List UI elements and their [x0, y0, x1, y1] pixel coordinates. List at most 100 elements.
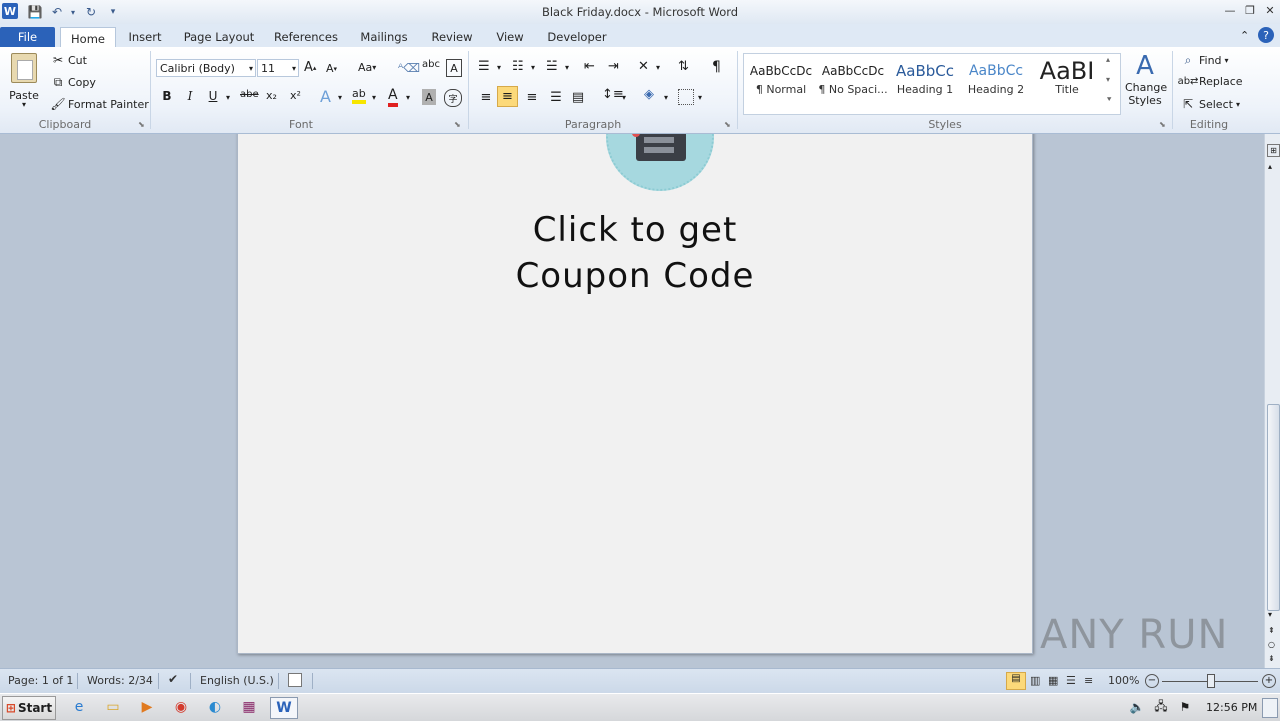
borders-dropdown-icon[interactable]: ▾ — [698, 93, 702, 102]
clock[interactable]: 12:56 PM — [1206, 701, 1257, 714]
asian-layout-dropdown-icon[interactable]: ▾ — [656, 63, 660, 72]
volume-icon[interactable]: 🔈 — [1126, 697, 1148, 717]
ie-icon[interactable]: e — [68, 697, 90, 717]
bullets-icon[interactable]: ☰ — [478, 59, 490, 74]
show-desktop-button[interactable] — [1262, 698, 1278, 718]
copy-button[interactable]: ⧉ Copy — [50, 75, 96, 90]
word-taskbar-icon[interactable]: W — [270, 697, 298, 719]
select-button[interactable]: ⇱ Select ▾ — [1180, 97, 1240, 111]
superscript-button[interactable]: x² — [290, 89, 301, 102]
proofing-icon[interactable]: ✔ — [168, 672, 178, 686]
close-icon[interactable]: ✕ — [1262, 3, 1278, 17]
paste-button[interactable]: Paste ▾ — [6, 51, 42, 113]
underline-dropdown-icon[interactable]: ▾ — [226, 93, 230, 102]
subscript-button[interactable]: x₂ — [266, 89, 277, 102]
start-button[interactable]: ⊞ Start — [2, 696, 56, 720]
paragraph-launcher-icon[interactable]: ⬊ — [724, 120, 731, 129]
strikethrough-button[interactable]: abe — [240, 89, 259, 100]
text-effects-icon[interactable]: A — [320, 87, 331, 106]
language-indicator[interactable]: English (U.S.) — [200, 674, 274, 687]
tab-home[interactable]: Home — [60, 27, 116, 49]
increase-indent-icon[interactable]: ⇥ — [608, 59, 619, 74]
italic-button[interactable]: I — [183, 89, 197, 103]
minimize-ribbon-icon[interactable]: ⌃ — [1240, 29, 1249, 42]
coupon-image[interactable] — [606, 134, 714, 191]
enclose-characters-icon[interactable]: 字 — [444, 89, 462, 107]
tab-page-layout[interactable]: Page Layout — [180, 27, 258, 47]
character-border-icon[interactable]: A — [446, 59, 462, 77]
full-screen-reading-icon[interactable]: ▥ — [1030, 674, 1040, 687]
clear-formatting-icon[interactable]: ᴬ⌫ — [398, 61, 420, 75]
action-center-icon[interactable]: ⚑ — [1174, 697, 1196, 717]
scroll-thumb[interactable] — [1267, 404, 1280, 611]
styles-launcher-icon[interactable]: ⬊ — [1159, 120, 1166, 129]
shading-dropdown-icon[interactable]: ▾ — [664, 93, 668, 102]
character-shading-icon[interactable]: A — [422, 89, 436, 105]
paste-dropdown-icon[interactable]: ▾ — [6, 101, 42, 109]
explorer-icon[interactable]: ▭ — [102, 697, 124, 717]
justify-icon[interactable]: ☰ — [546, 87, 566, 107]
bullets-dropdown-icon[interactable]: ▾ — [497, 63, 501, 72]
zoom-out-icon[interactable]: − — [1145, 674, 1159, 688]
chevron-down-icon[interactable]: ▾ — [292, 64, 296, 73]
scroll-down-icon[interactable]: ▾ — [1268, 610, 1272, 619]
previous-page-icon[interactable]: ⇞ — [1268, 626, 1275, 635]
word-count[interactable]: Words: 2/34 — [87, 674, 153, 687]
align-left-icon[interactable]: ≡ — [476, 87, 496, 107]
align-right-icon[interactable]: ≡ — [522, 87, 542, 107]
font-color-icon[interactable]: A — [388, 87, 398, 107]
style-no-spacing[interactable]: AaBbCcDc ¶ No Spaci... — [818, 57, 888, 105]
asian-layout-icon[interactable]: ✕ — [638, 59, 649, 74]
chrome-icon[interactable]: ◉ — [170, 697, 192, 717]
style-title[interactable]: AaBI Title — [1032, 57, 1102, 105]
clipboard-launcher-icon[interactable]: ⬊ — [138, 120, 145, 129]
document-page[interactable]: Click to get Coupon Code — [237, 134, 1033, 654]
minimize-icon[interactable]: — — [1222, 3, 1238, 17]
shrink-font-icon[interactable]: A ▾ — [326, 62, 337, 75]
style-heading-2[interactable]: AaBbCc Heading 2 — [961, 57, 1031, 105]
format-painter-button[interactable]: 🖌 Format Painter — [50, 97, 148, 111]
help-icon[interactable]: ? — [1258, 27, 1274, 43]
borders-icon[interactable] — [678, 89, 694, 105]
winrar-icon[interactable]: ▦ — [238, 697, 260, 717]
vertical-scrollbar[interactable]: ⊞ ▴ ▾ ⇞ ○ ⇟ — [1264, 134, 1280, 668]
tab-mailings[interactable]: Mailings — [354, 27, 414, 47]
highlight-dropdown-icon[interactable]: ▾ — [372, 93, 376, 102]
print-layout-view-icon[interactable]: ▤ — [1006, 672, 1026, 690]
font-size-combo[interactable]: 11 ▾ — [257, 59, 299, 77]
change-case-button[interactable]: Aa ▾ — [358, 61, 376, 74]
decrease-indent-icon[interactable]: ⇤ — [584, 59, 595, 74]
browse-object-icon[interactable]: ○ — [1268, 640, 1275, 649]
tab-file[interactable]: File — [0, 27, 55, 47]
font-family-combo[interactable]: Calibri (Body) ▾ — [156, 59, 256, 77]
style-heading-1[interactable]: AaBbCc Heading 1 — [890, 57, 960, 105]
ruler-toggle-icon[interactable]: ⊞ — [1267, 144, 1280, 157]
gallery-more-icon[interactable]: ⯆ — [1106, 95, 1112, 105]
network-icon[interactable]: 🖧 — [1150, 697, 1172, 717]
bold-button[interactable]: B — [160, 89, 174, 103]
document-body-text[interactable]: Click to get Coupon Code — [238, 207, 1032, 299]
gallery-scroll-down-icon[interactable]: ▾ — [1106, 75, 1110, 84]
style-normal[interactable]: AaBbCcDc ¶ Normal — [746, 57, 816, 105]
find-button[interactable]: ⌕ Find ▾ — [1180, 53, 1229, 68]
replace-button[interactable]: ab⇄ Replace — [1178, 75, 1243, 88]
text-effects-dropdown-icon[interactable]: ▾ — [338, 93, 342, 102]
scroll-up-icon[interactable]: ▴ — [1268, 162, 1272, 171]
tab-view[interactable]: View — [490, 27, 530, 47]
page-count[interactable]: Page: 1 of 1 — [8, 674, 73, 687]
tab-insert[interactable]: Insert — [122, 27, 168, 47]
highlight-icon[interactable]: ab — [352, 87, 366, 104]
numbering-icon[interactable]: ☷ — [512, 59, 524, 74]
tab-developer[interactable]: Developer — [542, 27, 612, 47]
sort-icon[interactable]: ⇅ — [678, 59, 689, 74]
align-center-icon[interactable]: ≡ — [497, 86, 518, 107]
shading-icon[interactable]: ◈ — [644, 87, 654, 102]
line-spacing-dropdown-icon[interactable]: ▾ — [622, 93, 626, 102]
chevron-down-icon[interactable]: ▾ — [249, 64, 253, 73]
phonetic-guide-icon[interactable]: abc — [422, 59, 440, 70]
underline-button[interactable]: U — [206, 89, 220, 103]
multilevel-dropdown-icon[interactable]: ▾ — [565, 63, 569, 72]
zoom-in-icon[interactable]: + — [1262, 674, 1276, 688]
web-layout-icon[interactable]: ▦ — [1048, 674, 1058, 687]
font-color-dropdown-icon[interactable]: ▾ — [406, 93, 410, 102]
